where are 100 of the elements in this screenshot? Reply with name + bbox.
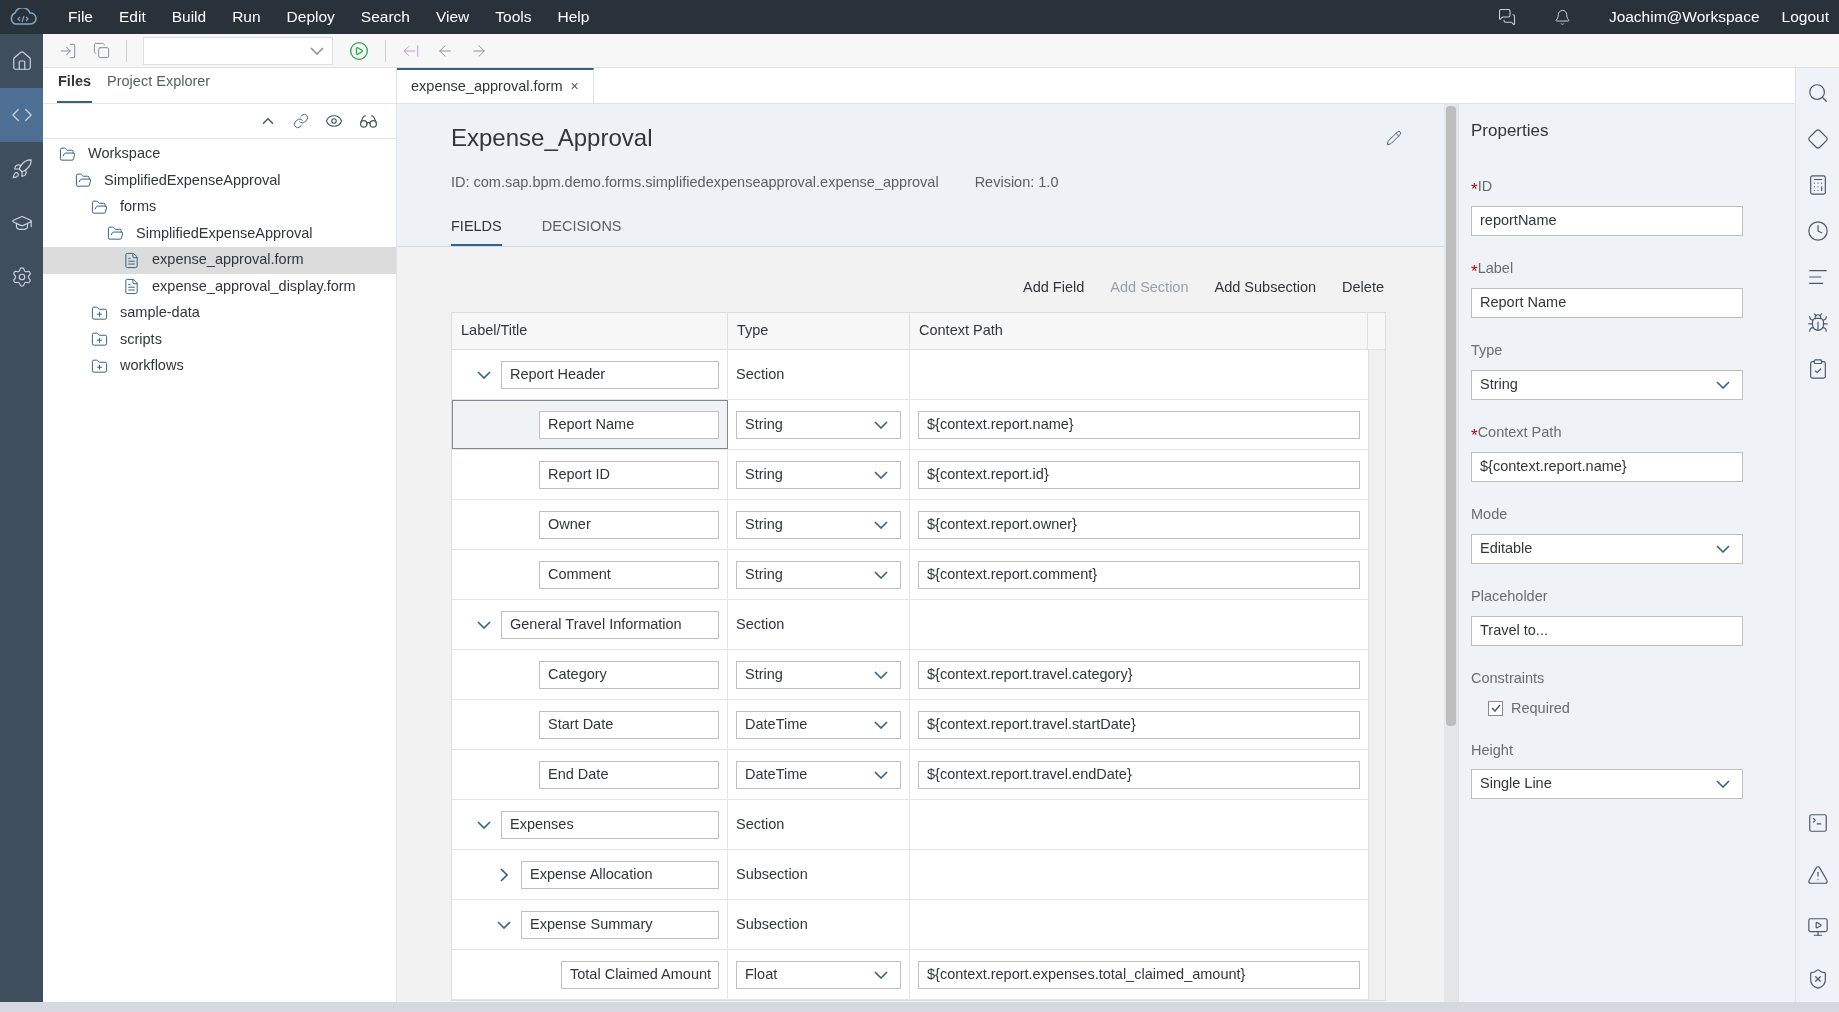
menu-item[interactable]: Tools bbox=[495, 5, 532, 29]
label-field[interactable]: Expenses bbox=[501, 810, 719, 839]
tree-item[interactable]: forms bbox=[43, 194, 396, 221]
diamond-icon[interactable] bbox=[1806, 128, 1829, 150]
link-icon[interactable] bbox=[293, 113, 309, 129]
type-select[interactable]: Float bbox=[736, 960, 901, 989]
type-select[interactable]: String bbox=[736, 560, 901, 589]
chevron-down-icon bbox=[1716, 380, 1730, 389]
type-select[interactable]: String bbox=[736, 660, 901, 689]
menu-item[interactable]: Run bbox=[232, 5, 261, 29]
context-path-field[interactable]: ${context.report.owner} bbox=[918, 510, 1360, 539]
table-row-highlight[interactable]: Owner bbox=[452, 500, 728, 550]
tree-item[interactable]: scripts bbox=[43, 326, 396, 353]
menu-item[interactable]: File bbox=[68, 5, 93, 29]
label-field[interactable]: Category bbox=[539, 660, 719, 689]
tree-item[interactable]: workflows bbox=[43, 353, 396, 380]
table-row-highlight[interactable]: Comment bbox=[452, 550, 728, 600]
property-field[interactable]: Travel to... bbox=[1471, 615, 1743, 646]
chevron-down-icon bbox=[874, 720, 888, 729]
context-path-field[interactable]: ${context.report.travel.category} bbox=[918, 660, 1360, 689]
table-scrollbar[interactable] bbox=[1368, 350, 1385, 1001]
chevron-down-icon[interactable] bbox=[477, 370, 491, 379]
copy-icon[interactable] bbox=[93, 42, 110, 59]
tree-item[interactable]: SimplifiedExpenseApproval bbox=[43, 220, 396, 247]
editor-scrollbar[interactable] bbox=[1444, 104, 1458, 1002]
property-select[interactable]: String bbox=[1471, 369, 1743, 400]
label-field[interactable]: Start Date bbox=[539, 710, 719, 739]
menu-item[interactable]: Build bbox=[171, 5, 207, 29]
warning-icon[interactable] bbox=[1806, 864, 1829, 886]
property-field[interactable]: ${context.report.name} bbox=[1471, 451, 1743, 482]
property-select[interactable]: Editable bbox=[1471, 533, 1743, 564]
label-field[interactable]: Report Header bbox=[501, 360, 719, 389]
type-select[interactable]: String bbox=[736, 460, 901, 489]
screen-play-icon[interactable] bbox=[1806, 916, 1829, 938]
menu-item[interactable]: Search bbox=[360, 5, 410, 29]
table-row-highlight[interactable]: Total Claimed Amount bbox=[452, 950, 728, 1000]
menu-item[interactable]: Edit bbox=[119, 5, 146, 29]
clock-icon[interactable] bbox=[1806, 220, 1829, 242]
property-field[interactable]: Report Name bbox=[1471, 287, 1743, 318]
bug-icon[interactable] bbox=[1806, 312, 1829, 334]
label-field[interactable]: Report ID bbox=[539, 460, 719, 489]
chevron-down-icon[interactable] bbox=[497, 920, 511, 929]
user-name[interactable]: Joachim@Workspace bbox=[1608, 5, 1760, 29]
property-label: Mode bbox=[1471, 504, 1508, 524]
table-row-highlight[interactable]: End Date bbox=[452, 750, 728, 800]
context-path-field[interactable]: ${context.report.name} bbox=[918, 410, 1360, 439]
type-select[interactable]: DateTime bbox=[736, 710, 901, 739]
action-link[interactable]: Add Subsection bbox=[1214, 276, 1317, 299]
edit-icon[interactable] bbox=[1386, 130, 1402, 146]
chat-icon[interactable] bbox=[1497, 8, 1516, 26]
property-field[interactable]: reportName bbox=[1471, 205, 1743, 236]
action-link[interactable]: Delete bbox=[1342, 276, 1384, 299]
label-field[interactable]: Comment bbox=[539, 560, 719, 589]
action-link[interactable]: Add Field bbox=[1023, 276, 1085, 299]
label-field[interactable]: Expense Summary bbox=[521, 910, 719, 939]
form-tab[interactable]: FIELDS bbox=[451, 215, 502, 246]
label-field[interactable]: Expense Allocation bbox=[521, 860, 719, 889]
context-path-field[interactable]: ${context.report.comment} bbox=[918, 560, 1360, 589]
form-id: ID: com.sap.bpm.demo.forms.simplifiedexpenseapproval.expense_approval bbox=[451, 173, 939, 192]
menu-item[interactable]: View bbox=[436, 5, 470, 29]
label-field[interactable]: Report Name bbox=[539, 410, 719, 439]
tree-item[interactable]: expense_approval_display.form bbox=[43, 273, 396, 300]
type-select[interactable]: String bbox=[736, 510, 901, 539]
tree-item[interactable]: sample-data bbox=[43, 300, 396, 327]
form-revision: Revision: 1.0 bbox=[974, 173, 1059, 192]
panel-tab[interactable]: Files bbox=[57, 71, 93, 103]
type-select[interactable]: DateTime bbox=[736, 760, 901, 789]
tree-item[interactable]: SimplifiedExpenseApproval bbox=[43, 167, 396, 194]
context-path-field[interactable]: ${context.report.expenses.total_claimed_amount} bbox=[918, 960, 1360, 989]
chevron-down-icon[interactable] bbox=[477, 620, 491, 629]
eye-icon[interactable] bbox=[325, 112, 343, 130]
menu-item[interactable]: Deploy bbox=[286, 5, 335, 29]
logout-link[interactable]: Logout bbox=[1781, 5, 1829, 29]
tree-item[interactable]: expense_approval.form bbox=[43, 247, 396, 274]
panel-tab[interactable]: Project Explorer bbox=[106, 71, 212, 103]
search-icon[interactable] bbox=[1806, 82, 1829, 104]
close-button[interactable]: × bbox=[570, 76, 579, 97]
context-path-field[interactable]: ${context.report.travel.endDate} bbox=[918, 760, 1360, 789]
chevron-down-icon[interactable] bbox=[477, 820, 491, 829]
type-select[interactable]: String bbox=[736, 410, 901, 439]
property-label: Constraints bbox=[1471, 668, 1545, 688]
chevron-right-icon[interactable] bbox=[500, 867, 508, 882]
label-field[interactable]: End Date bbox=[539, 760, 719, 789]
tree-item[interactable]: Workspace bbox=[43, 141, 396, 168]
form-tab[interactable]: DECISIONS bbox=[541, 215, 622, 246]
table-row-highlight[interactable]: Category bbox=[452, 650, 728, 700]
table-row-highlight[interactable]: Start Date bbox=[452, 700, 728, 750]
label-field[interactable]: Owner bbox=[539, 510, 719, 539]
label-field[interactable]: General Travel Information bbox=[501, 610, 719, 639]
table-row-highlight[interactable]: Report Name bbox=[452, 400, 728, 450]
menu-item[interactable]: Help bbox=[557, 5, 590, 29]
run-icon[interactable] bbox=[349, 40, 369, 61]
table-row-highlight[interactable]: Report ID bbox=[452, 450, 728, 500]
terminal-icon[interactable] bbox=[1806, 812, 1829, 834]
label-field[interactable]: Total Claimed Amount bbox=[561, 960, 719, 989]
context-path-field[interactable]: ${context.report.travel.startDate} bbox=[918, 710, 1360, 739]
context-path-field[interactable]: ${context.report.id} bbox=[918, 460, 1360, 489]
checkbox[interactable] bbox=[1488, 700, 1503, 716]
bell-icon[interactable] bbox=[1553, 8, 1571, 26]
property-select[interactable]: Single Line bbox=[1471, 769, 1743, 800]
